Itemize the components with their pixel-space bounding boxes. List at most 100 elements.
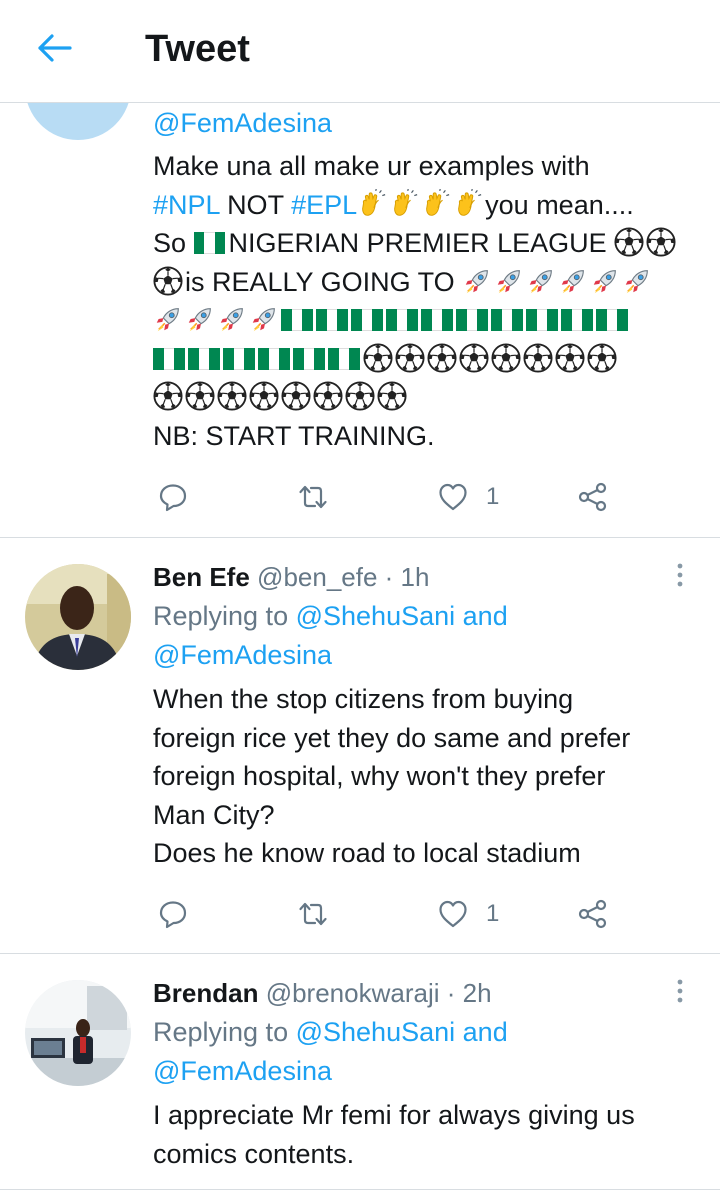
reply-to-mention[interactable]: @FemAdesina — [153, 104, 680, 143]
tweet-text: I appreciate Mr femi for always giving u… — [153, 1100, 635, 1169]
nigeria-flag-emoji — [386, 303, 418, 331]
retweet-icon — [299, 902, 327, 926]
like-count: 1 — [486, 900, 500, 927]
tweet-actions: 1 — [153, 477, 623, 517]
soccer-ball-emoji — [523, 343, 553, 373]
like-button[interactable]: 1 — [438, 477, 499, 517]
like-count: 1 — [486, 483, 500, 510]
soccer-ball-emoji — [459, 343, 489, 373]
soccer-ball-emoji — [427, 343, 457, 373]
timestamp: · 2h — [446, 978, 492, 1008]
display-name[interactable]: Ben Efe — [153, 562, 250, 592]
more-vertical-icon — [677, 563, 683, 587]
username[interactable]: @ben_efe — [257, 562, 377, 592]
nigeria-flag-emoji — [293, 342, 325, 370]
share-button[interactable] — [578, 894, 608, 934]
more-vertical-icon — [677, 979, 683, 1003]
like-button[interactable]: 1 — [438, 894, 499, 934]
hashtag-link[interactable]: #NPL — [153, 190, 220, 220]
soccer-ball-emoji — [646, 227, 676, 257]
reply-button[interactable] — [158, 477, 188, 517]
clapping-hands-emoji — [453, 189, 483, 219]
nigeria-flag-emoji — [491, 303, 523, 331]
tweet-text: When the stop citizens from buying forei… — [153, 684, 631, 868]
rocket-emoji — [494, 266, 524, 296]
nigeria-flag-emoji — [421, 303, 453, 331]
soccer-ball-emoji — [377, 381, 407, 411]
soccer-ball-emoji — [217, 381, 247, 411]
nigeria-flag-emoji — [328, 342, 360, 370]
reply-tweet: Ben Efe @ben_efe · 1h Replying to @Shehu… — [0, 538, 720, 952]
rocket-emoji — [462, 266, 492, 296]
nigeria-flag-emoji — [316, 303, 348, 331]
rocket-emoji — [622, 266, 652, 296]
tweet-header: Brendan @brenokwaraji · 2h — [153, 974, 680, 1013]
rocket-emoji — [558, 266, 588, 296]
mention-link[interactable]: @FemAdesina — [153, 1056, 332, 1086]
nigeria-flag-emoji — [526, 303, 558, 331]
soccer-ball-emoji — [363, 343, 393, 373]
comment-icon — [159, 901, 187, 929]
username[interactable]: @brenokwaraji — [266, 978, 440, 1008]
page-title: Tweet — [145, 28, 250, 70]
soccer-ball-emoji — [587, 343, 617, 373]
soccer-ball-emoji — [345, 381, 375, 411]
soccer-emoji-group — [153, 382, 409, 412]
soccer-ball-emoji — [614, 227, 644, 257]
rocket-emoji — [153, 304, 183, 334]
flag-emoji-group — [153, 344, 363, 374]
more-options-button[interactable] — [670, 977, 690, 1007]
rocket-emoji — [185, 304, 215, 334]
timestamp: · 1h — [384, 562, 430, 592]
soccer-ball-emoji — [249, 381, 279, 411]
rocket-emoji-group — [153, 305, 281, 335]
rocket-emoji — [249, 304, 279, 334]
hashtag-link[interactable]: #EPL — [291, 190, 357, 220]
nigeria-flag-emoji — [351, 303, 383, 331]
tweet-text: Make una all make ur examples with #NPL … — [153, 147, 680, 455]
mention-link[interactable]: @ShehuSani — [296, 601, 456, 631]
rocket-emoji — [217, 304, 247, 334]
comment-icon — [159, 484, 187, 512]
back-button[interactable] — [30, 28, 78, 68]
tweet-actions: 1 — [153, 894, 623, 934]
soccer-ball-emoji — [555, 343, 585, 373]
share-icon — [578, 482, 607, 512]
soccer-ball-emoji — [313, 381, 343, 411]
mention-link[interactable]: @ShehuSani — [296, 1017, 456, 1047]
replying-to: Replying to @ShehuSani and @FemAdesina — [153, 601, 508, 670]
soccer-ball-emoji — [153, 381, 183, 411]
tweet-divider — [0, 1189, 720, 1190]
nigeria-flag-emoji — [596, 303, 628, 331]
soccer-ball-emoji — [395, 343, 425, 373]
nigeria-flag-emoji — [153, 342, 185, 370]
heart-icon — [439, 483, 467, 511]
soccer-ball-emoji — [153, 266, 183, 296]
avatar[interactable] — [25, 980, 131, 1086]
nigeria-flag-emoji — [258, 342, 290, 370]
replying-to: Replying to @ShehuSani and @FemAdesina — [153, 1017, 508, 1086]
more-options-button[interactable] — [670, 561, 690, 591]
soccer-emoji-group — [363, 344, 619, 374]
clapping-hands-emoji — [357, 189, 387, 219]
mention-link[interactable]: @FemAdesina — [153, 640, 332, 670]
retweet-button[interactable] — [298, 477, 328, 517]
clapping-hands-emoji — [421, 189, 451, 219]
share-icon — [578, 899, 607, 929]
rocket-emoji-group — [462, 267, 654, 297]
retweet-button[interactable] — [298, 894, 328, 934]
display-name[interactable]: Brendan — [153, 978, 258, 1008]
arrow-left-icon — [38, 34, 72, 62]
soccer-ball-emoji — [185, 381, 215, 411]
heart-icon — [439, 900, 467, 928]
top-app-bar: Tweet — [0, 0, 720, 103]
reply-button[interactable] — [158, 894, 188, 934]
share-button[interactable] — [578, 477, 608, 517]
nigeria-flag-emoji — [223, 342, 255, 370]
retweet-icon — [299, 485, 327, 509]
tweet-header: Ben Efe @ben_efe · 1h — [153, 558, 680, 597]
nigeria-flag-emoji — [193, 226, 226, 254]
avatar[interactable] — [25, 564, 131, 670]
nigeria-flag-emoji — [281, 303, 313, 331]
soccer-ball-emoji — [281, 381, 311, 411]
